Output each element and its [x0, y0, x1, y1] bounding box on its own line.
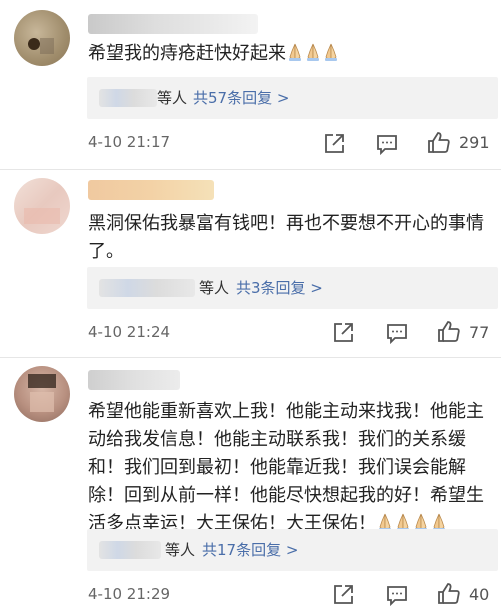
comment-3: 希望他能重新喜欢上我！他能主动来找我！他能主动给我发信息！他能主动联系我！我们的…	[0, 358, 501, 612]
comment-2: 黑洞保佑我暴富有钱吧！再也不要想不开心的事情了。 等人 共3条回复 > 4-10…	[0, 170, 501, 358]
comment-text: 希望他能重新喜欢上我！他能主动来找我！他能主动给我发信息！他能主动联系我！我们的…	[88, 398, 493, 538]
reply-count-link[interactable]: 共57条回复 >	[193, 87, 289, 108]
comment-time: 4-10 21:29	[88, 585, 171, 603]
thumbs-up-icon[interactable]	[437, 320, 461, 344]
thumbs-up-icon[interactable]	[437, 582, 461, 606]
folded-hands-emoji	[322, 42, 340, 62]
avatar[interactable]	[14, 178, 70, 234]
reply-users-blurred	[99, 89, 157, 107]
comment-text-content: 希望我的痔疮赶快好起来	[88, 43, 286, 64]
share-icon[interactable]	[322, 132, 346, 156]
reply-etc-label: 等人	[199, 279, 230, 297]
comment-icon[interactable]	[385, 583, 409, 607]
reply-preview[interactable]: 等人 共57条回复 >	[87, 77, 498, 119]
folded-hands-emoji	[286, 42, 304, 62]
share-icon[interactable]	[331, 583, 355, 607]
comment-time: 4-10 21:17	[88, 133, 171, 151]
avatar-image	[28, 38, 54, 54]
reply-preview[interactable]: 等人 共3条回复 >	[87, 267, 498, 309]
comment-1: 希望我的痔疮赶快好起来 等人 共57条回复 > 4-10 21:17 291	[0, 0, 501, 170]
like-count: 40	[469, 585, 490, 604]
avatar-image	[24, 208, 60, 224]
username-blurred[interactable]	[88, 14, 258, 34]
thumbs-up-icon[interactable]	[427, 131, 451, 155]
username-blurred[interactable]	[88, 180, 214, 200]
comment-icon[interactable]	[375, 132, 399, 156]
reply-count-link[interactable]: 共17条回复 >	[202, 539, 298, 560]
avatar[interactable]	[14, 366, 70, 422]
reply-count-link[interactable]: 共3条回复 >	[236, 277, 323, 298]
folded-hands-emoji	[304, 42, 322, 62]
share-icon[interactable]	[331, 321, 355, 345]
comment-text: 希望我的痔疮赶快好起来	[88, 40, 493, 68]
avatar[interactable]	[14, 10, 70, 66]
like-count: 77	[469, 323, 490, 342]
reply-etc-label: 等人	[165, 541, 196, 559]
reply-etc-label: 等人	[157, 89, 188, 107]
emoji-group	[286, 43, 340, 64]
reply-users-blurred	[99, 541, 161, 559]
reply-preview[interactable]: 等人 共17条回复 >	[87, 529, 498, 571]
comment-time: 4-10 21:24	[88, 323, 171, 341]
like-count: 291	[459, 133, 490, 152]
comment-text: 黑洞保佑我暴富有钱吧！再也不要想不开心的事情了。	[88, 213, 484, 262]
comment-icon[interactable]	[385, 321, 409, 345]
username-blurred[interactable]	[88, 370, 180, 390]
reply-users-blurred	[99, 279, 195, 297]
avatar-image	[28, 374, 56, 412]
